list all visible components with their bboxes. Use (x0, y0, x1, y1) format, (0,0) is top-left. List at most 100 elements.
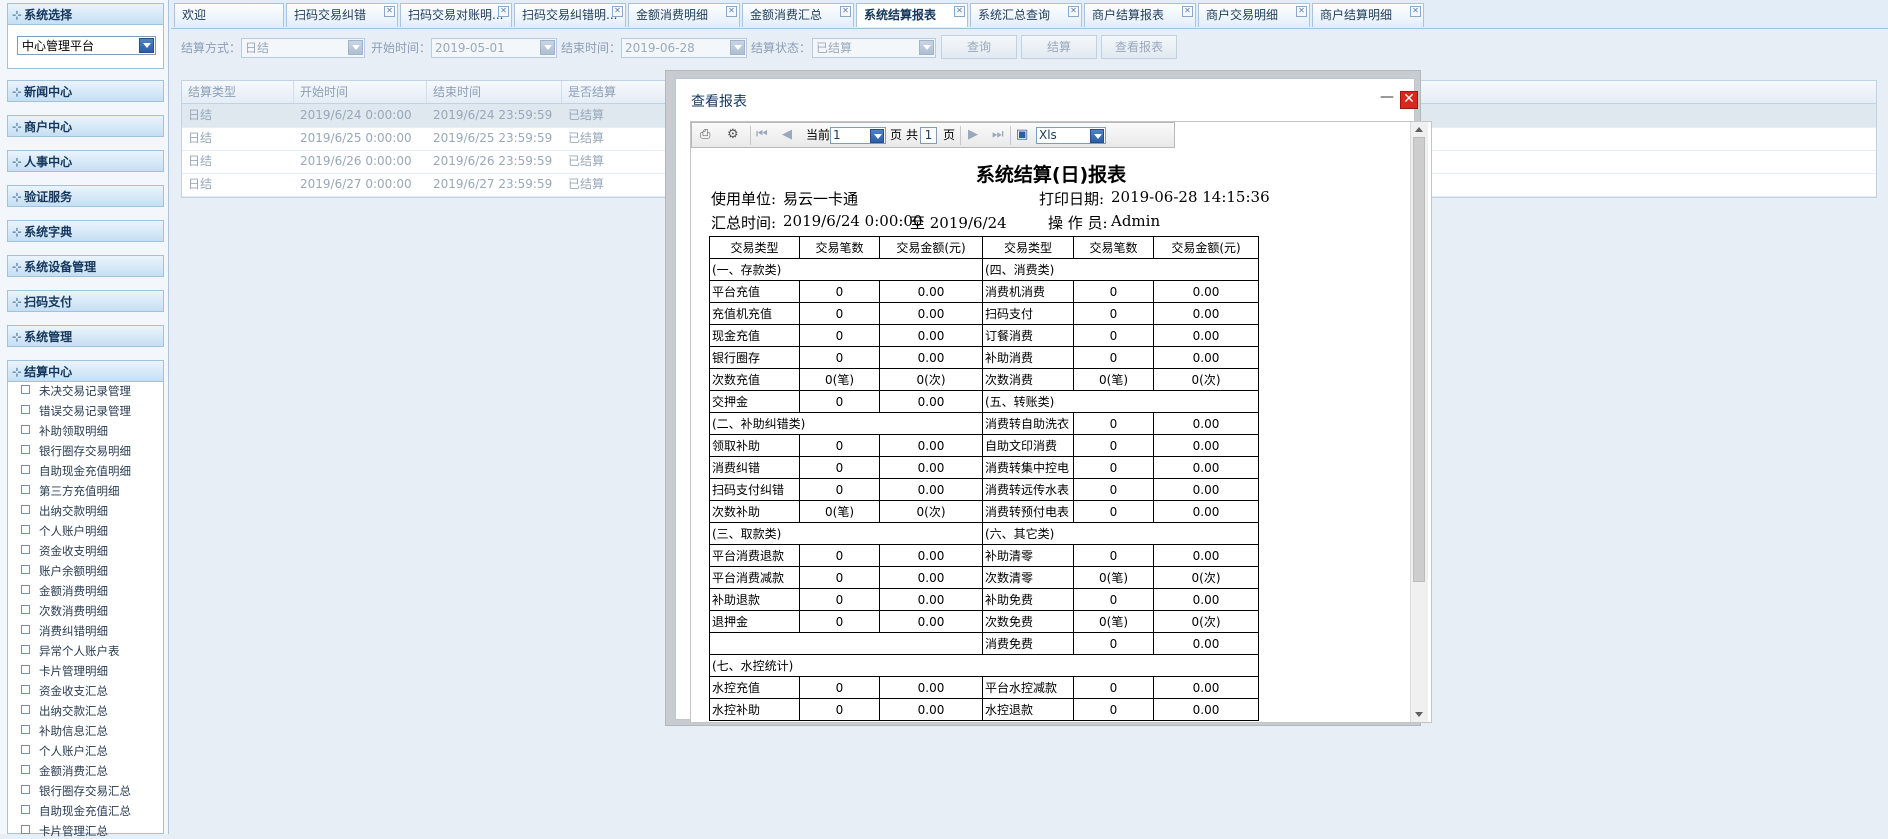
tree-item[interactable]: 补助领取明细 (21, 423, 108, 439)
tree-item[interactable]: 金额消费汇总 (21, 763, 108, 779)
end-time-field[interactable]: 2019-06-28 (621, 38, 747, 58)
sidebar-section-header[interactable]: ⊹ 扫码支付 (7, 290, 164, 312)
settle-status-select[interactable]: 已结算 (812, 38, 936, 58)
tree-item[interactable]: 出纳交款明细 (21, 503, 108, 519)
tree-item[interactable]: 自助现金充值汇总 (21, 803, 131, 819)
close-icon[interactable]: ✕ (1400, 91, 1418, 109)
tree-item[interactable]: 个人账户明细 (21, 523, 108, 539)
tab-item[interactable]: 金额消费明细 ✕ (628, 3, 740, 27)
last-page-icon[interactable]: ⏭ (992, 128, 1004, 142)
report-row: 交押金 0 0.00 (五、转账类) (709, 390, 1259, 413)
tab-item[interactable]: 商户结算报表 ✕ (1084, 3, 1196, 27)
close-tab-icon[interactable]: ✕ (1410, 6, 1421, 17)
next-page-icon[interactable]: ▶ (968, 128, 978, 142)
tree-item[interactable]: 资金收支汇总 (21, 683, 108, 699)
minimize-icon[interactable]: — (1380, 89, 1394, 105)
query-button[interactable]: 查询 (941, 35, 1017, 59)
report-scrollbar[interactable] (1410, 122, 1428, 722)
tree-item[interactable]: 卡片管理明细 (21, 663, 108, 679)
tree-item-label: 个人账户明细 (39, 524, 108, 538)
tree-item[interactable]: 卡片管理汇总 (21, 823, 108, 839)
scroll-up-icon[interactable] (1415, 127, 1423, 132)
tab-item[interactable]: 金额消费汇总 ✕ (742, 3, 854, 27)
close-tab-icon[interactable]: ✕ (954, 6, 965, 17)
chevron-down-icon[interactable] (1090, 129, 1104, 143)
sidebar-section-header[interactable]: ⊹ 系统字典 (7, 220, 164, 242)
sidebar-section-header[interactable]: ⊹ 新闻中心 (7, 80, 164, 102)
tab-item[interactable]: 商户结算明细 ✕ (1312, 3, 1424, 27)
tree-item[interactable]: 账户余额明细 (21, 563, 108, 579)
tree-item[interactable]: 异常个人账户表 (21, 643, 120, 659)
sidebar-section-header[interactable]: ⊹ 商户中心 (7, 115, 164, 137)
tab-item[interactable]: 系统结算报表 ✕ (856, 3, 968, 27)
report-cell: 0 (1073, 500, 1154, 523)
tree-item-label: 消费纠错明细 (39, 624, 108, 638)
tree-item-label: 金额消费明细 (39, 584, 108, 598)
chevron-down-icon[interactable] (139, 38, 154, 53)
sidebar-section-header[interactable]: ⊹ 系统管理 (7, 325, 164, 347)
tab-item[interactable]: 商户交易明细 ✕ (1198, 3, 1310, 27)
close-tab-icon[interactable]: ✕ (1068, 6, 1079, 17)
grid-column-header[interactable]: 结算类型 (182, 81, 294, 103)
close-tab-icon[interactable]: ✕ (1296, 6, 1307, 17)
tree-item[interactable]: 次数消费明细 (21, 603, 108, 619)
close-tab-icon[interactable]: ✕ (726, 6, 737, 17)
close-tab-icon[interactable]: ✕ (384, 6, 395, 17)
tree-node-icon (21, 425, 30, 434)
settle-mode-select[interactable]: 日结 (241, 38, 365, 58)
close-tab-icon[interactable]: ✕ (498, 6, 509, 17)
tree-item[interactable]: 第三方充值明细 (21, 483, 120, 499)
tab-item[interactable]: 扫码交易纠错 ✕ (286, 3, 398, 27)
current-page-select[interactable]: 1 (830, 127, 886, 144)
calendar-dropdown-icon[interactable] (540, 40, 555, 55)
tree-item[interactable]: 消费纠错明细 (21, 623, 108, 639)
chevron-down-icon[interactable] (919, 40, 934, 55)
sidebar-section-header[interactable]: ⊹ 人事中心 (7, 150, 164, 172)
close-tab-icon[interactable]: ✕ (612, 6, 623, 17)
current-page-label: 当前 (806, 128, 831, 142)
calendar-dropdown-icon[interactable] (730, 40, 745, 55)
tab-item[interactable]: 扫码交易对账明... ✕ (400, 3, 512, 27)
view-report-button[interactable]: 查看报表 (1101, 35, 1177, 59)
report-cell: 0 (799, 544, 880, 567)
tree-item[interactable]: 自助现金充值明细 (21, 463, 131, 479)
close-tab-icon[interactable]: ✕ (1182, 6, 1193, 17)
sidebar-section-header[interactable]: ⊹ 结算中心 (7, 360, 164, 382)
tree-item[interactable]: 资金收支明细 (21, 543, 108, 559)
tree-item[interactable]: 金额消费明细 (21, 583, 108, 599)
prev-page-icon[interactable]: ◀ (782, 128, 792, 142)
tab-item[interactable]: 扫码交易纠错明... ✕ (514, 3, 626, 27)
report-cell: 0.00 (1153, 632, 1259, 655)
grid-column-header[interactable]: 是否结算 (562, 81, 682, 103)
system-select-dropdown[interactable]: 中心管理平台 (17, 36, 156, 55)
tree-item[interactable]: 银行圈存交易明细 (21, 443, 131, 459)
tree-item[interactable]: 错误交易记录管理 (21, 403, 131, 419)
print-setup-icon[interactable]: ⚙ (727, 128, 739, 142)
tree-item[interactable]: 出纳交款汇总 (21, 703, 108, 719)
print-icon[interactable]: ⎙ (700, 128, 710, 142)
export-format-select[interactable]: Xls (1036, 127, 1106, 144)
save-icon[interactable]: ▣ (1016, 128, 1028, 142)
tree-item[interactable]: 未决交易记录管理 (21, 383, 131, 399)
sidebar-section-header[interactable]: ⊹ 验证服务 (7, 185, 164, 207)
tree-node-icon (21, 625, 30, 634)
report-cell: 补助免费 (982, 588, 1074, 611)
tree-item[interactable]: 银行圈存交易汇总 (21, 783, 131, 799)
scroll-down-icon[interactable] (1415, 712, 1423, 717)
scroll-thumb[interactable] (1413, 137, 1425, 582)
grid-column-header[interactable]: 结束时间 (427, 81, 562, 103)
sidebar-section-header[interactable]: ⊹ 系统设备管理 (7, 255, 164, 277)
start-time-field[interactable]: 2019-05-01 (431, 38, 557, 58)
tab-item[interactable]: 欢迎 (174, 3, 284, 27)
close-tab-icon[interactable]: ✕ (840, 6, 851, 17)
tab-item[interactable]: 系统汇总查询 ✕ (970, 3, 1082, 27)
settle-button[interactable]: 结算 (1021, 35, 1097, 59)
first-page-icon[interactable]: ⏮ (756, 128, 768, 142)
tree-node-icon (21, 825, 30, 834)
grid-column-header[interactable]: 开始时间 (294, 81, 427, 103)
chevron-down-icon[interactable] (870, 129, 884, 143)
system-select-header[interactable]: ⊹ 系统选择 (7, 3, 164, 25)
chevron-down-icon[interactable] (348, 40, 363, 55)
tree-item[interactable]: 补助信息汇总 (21, 723, 108, 739)
tree-item[interactable]: 个人账户汇总 (21, 743, 108, 759)
